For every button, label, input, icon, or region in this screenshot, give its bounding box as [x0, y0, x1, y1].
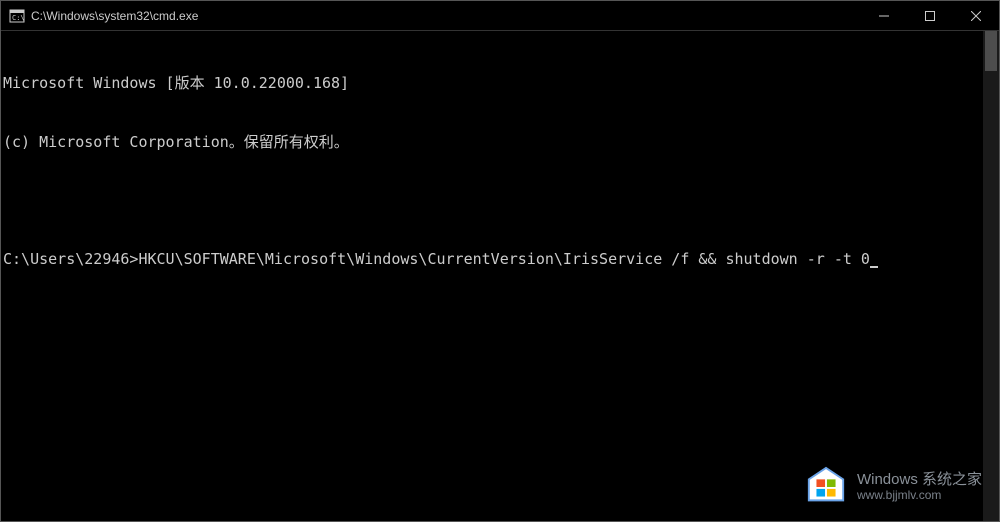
svg-text:C:\: C:\ [12, 14, 25, 22]
maximize-button[interactable] [907, 1, 953, 31]
watermark-text: Windows 系统之家 www.bjjmlv.com [857, 472, 982, 502]
watermark-title: Windows 系统之家 [857, 472, 982, 489]
version-line: Microsoft Windows [版本 10.0.22000.168] [3, 74, 997, 94]
window-controls [861, 1, 999, 30]
cmd-icon: C:\ [9, 8, 25, 24]
blank-line [3, 191, 997, 211]
cursor [870, 266, 878, 268]
titlebar[interactable]: C:\ C:\Windows\system32\cmd.exe [1, 1, 999, 31]
windows-logo-icon [805, 466, 847, 508]
cmd-window: C:\ C:\Windows\system32\cmd.exe Microsof… [0, 0, 1000, 522]
watermark-url: www.bjjmlv.com [857, 489, 982, 502]
prompt-line: C:\Users\22946>HKCU\SOFTWARE\Microsoft\W… [3, 250, 997, 270]
window-title: C:\Windows\system32\cmd.exe [31, 9, 198, 23]
command-text: HKCU\SOFTWARE\Microsoft\Windows\CurrentV… [138, 250, 870, 268]
scrollbar[interactable] [983, 31, 999, 521]
titlebar-left: C:\ C:\Windows\system32\cmd.exe [9, 8, 198, 24]
terminal-body[interactable]: Microsoft Windows [版本 10.0.22000.168] (c… [1, 31, 999, 521]
watermark: Windows 系统之家 www.bjjmlv.com [805, 466, 982, 508]
scrollbar-thumb[interactable] [985, 31, 997, 71]
prompt-text: C:\Users\22946> [3, 250, 138, 268]
minimize-button[interactable] [861, 1, 907, 31]
copyright-line: (c) Microsoft Corporation。保留所有权利。 [3, 133, 997, 153]
close-button[interactable] [953, 1, 999, 31]
